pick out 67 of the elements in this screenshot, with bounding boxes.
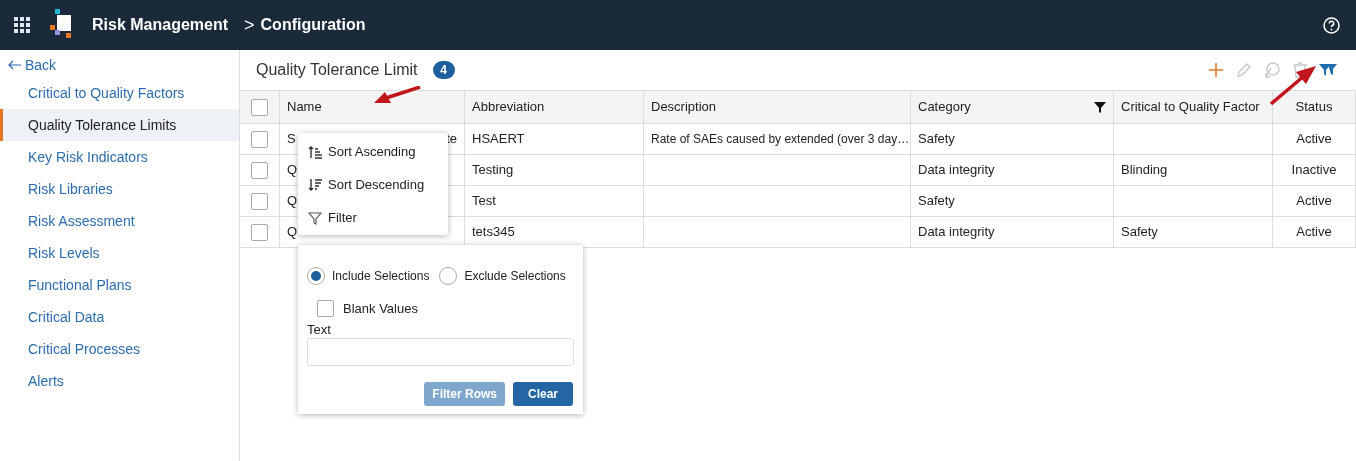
radio-option[interactable]: Exclude Selections xyxy=(439,267,566,285)
breadcrumb-separator: > xyxy=(244,13,255,37)
back-link[interactable]: Back xyxy=(0,55,239,75)
table-cell-text: HSAERT xyxy=(472,130,525,149)
sidebar-item[interactable]: Key Risk Indicators xyxy=(0,141,239,173)
column-header[interactable]: Abbreviation xyxy=(465,91,644,123)
sidebar-item[interactable]: Risk Assessment xyxy=(0,205,239,237)
radio[interactable] xyxy=(439,267,458,285)
panel-title: Quality Tolerance Limit xyxy=(256,60,418,80)
count-badge: 4 xyxy=(432,61,455,79)
sidebar-item[interactable]: Critical Processes xyxy=(0,333,239,365)
checkbox[interactable] xyxy=(251,192,268,210)
sidebar-item[interactable]: Alerts xyxy=(0,365,239,397)
back-arrow-icon xyxy=(8,60,22,70)
table-cell-text: Q xyxy=(287,161,298,180)
column-header[interactable]: Category xyxy=(911,91,1114,123)
table-cell-text: Safety xyxy=(918,192,955,211)
table-cell-text: Inactive xyxy=(1291,161,1337,180)
checkbox-label: Blank Values xyxy=(343,300,418,318)
table-cell-text: Active xyxy=(1296,192,1332,211)
column-header[interactable]: Description xyxy=(644,91,911,123)
sidebar-item[interactable]: Risk Levels xyxy=(0,237,239,269)
checkbox[interactable] xyxy=(251,98,268,116)
column-header[interactable]: Critical to Quality Factor xyxy=(1114,91,1273,123)
checkbox[interactable] xyxy=(251,161,268,179)
sidebar-item[interactable]: Critical Data xyxy=(0,301,239,333)
field-label: Text xyxy=(307,322,332,337)
table-cell-text: Data integrity xyxy=(918,161,995,180)
page-title: Configuration xyxy=(260,15,366,35)
column-header[interactable]: Status xyxy=(1273,91,1356,123)
sort-ascending-icon xyxy=(308,144,322,159)
sidebar-item[interactable]: Quality Tolerance Limits xyxy=(0,109,239,141)
radio[interactable] xyxy=(307,267,325,285)
clear-button[interactable]: Clear xyxy=(513,381,573,406)
table-cell-text: Safety xyxy=(1121,223,1158,242)
sidebar-item[interactable]: Functional Plans xyxy=(0,269,239,301)
logo-icon xyxy=(50,9,74,41)
table-cell-text: Data integrity xyxy=(918,223,995,242)
checkbox[interactable] xyxy=(317,300,334,318)
table-cell-text: Testing xyxy=(472,161,514,180)
checkbox[interactable] xyxy=(251,130,268,148)
table-cell-text: Active xyxy=(1296,130,1332,149)
app-title: Risk Management xyxy=(92,15,229,35)
sort-descending-icon xyxy=(308,177,322,192)
radio-option[interactable]: Include Selections xyxy=(307,267,430,285)
table-cell-text: Test xyxy=(472,192,496,211)
sidebar-item[interactable]: Risk Libraries xyxy=(0,173,239,205)
text-field[interactable] xyxy=(307,337,574,366)
table-cell-text: Q xyxy=(287,223,298,242)
add-icon[interactable] xyxy=(1206,60,1226,80)
help-icon[interactable] xyxy=(1323,16,1340,34)
table-cell-text: Q xyxy=(287,192,298,211)
table-cell-text: tets345 xyxy=(472,223,515,242)
table-cell-text: Blinding xyxy=(1121,161,1168,180)
menu-item[interactable]: Filter xyxy=(298,201,448,234)
table-cell-text: Rate of SAEs caused by extended (over 3 day… xyxy=(651,131,910,148)
sidebar-item[interactable]: Critical to Quality Factors xyxy=(0,77,239,109)
table-cell-text: Safety xyxy=(918,130,955,149)
menu-item[interactable]: Sort Descending xyxy=(298,168,448,201)
table-cell-text: S xyxy=(287,130,296,149)
filter-icon xyxy=(1094,101,1106,113)
checkbox[interactable] xyxy=(251,223,268,241)
filter-icon xyxy=(308,210,322,225)
table-cell-text: Active xyxy=(1296,223,1332,242)
annotation-arrow xyxy=(372,86,422,106)
apps-grid-icon[interactable] xyxy=(14,17,30,33)
menu-item[interactable]: Sort Ascending xyxy=(298,135,448,168)
